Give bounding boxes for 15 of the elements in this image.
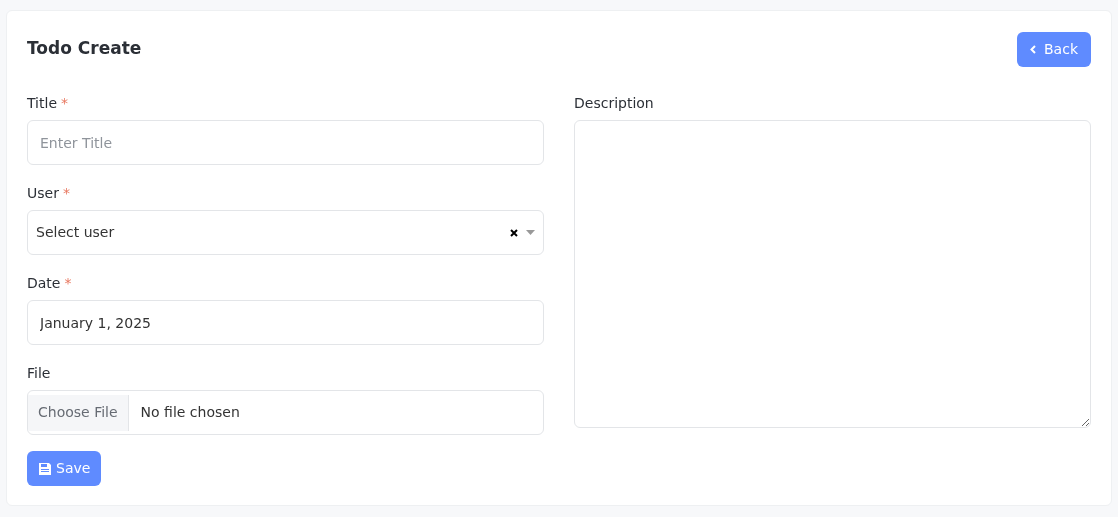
field-label: File	[27, 364, 51, 383]
file-input[interactable]: Choose File No file chosen	[27, 390, 544, 435]
choose-file-button[interactable]: Choose File	[28, 394, 129, 431]
field-label: User	[27, 184, 59, 203]
field-label: Description	[574, 94, 654, 113]
required-mark: *	[64, 274, 72, 293]
page-title: Todo Create	[27, 37, 142, 61]
text-input[interactable]: Enter Title	[27, 120, 544, 165]
file-status: No file chosen	[140, 403, 240, 422]
select-field[interactable]: Select user	[27, 210, 544, 255]
field-label: Title	[27, 94, 57, 113]
text-input[interactable]: January 1, 2025	[27, 300, 544, 345]
required-mark: *	[62, 184, 70, 203]
field-label: Date	[27, 274, 61, 293]
required-mark: *	[61, 94, 68, 113]
